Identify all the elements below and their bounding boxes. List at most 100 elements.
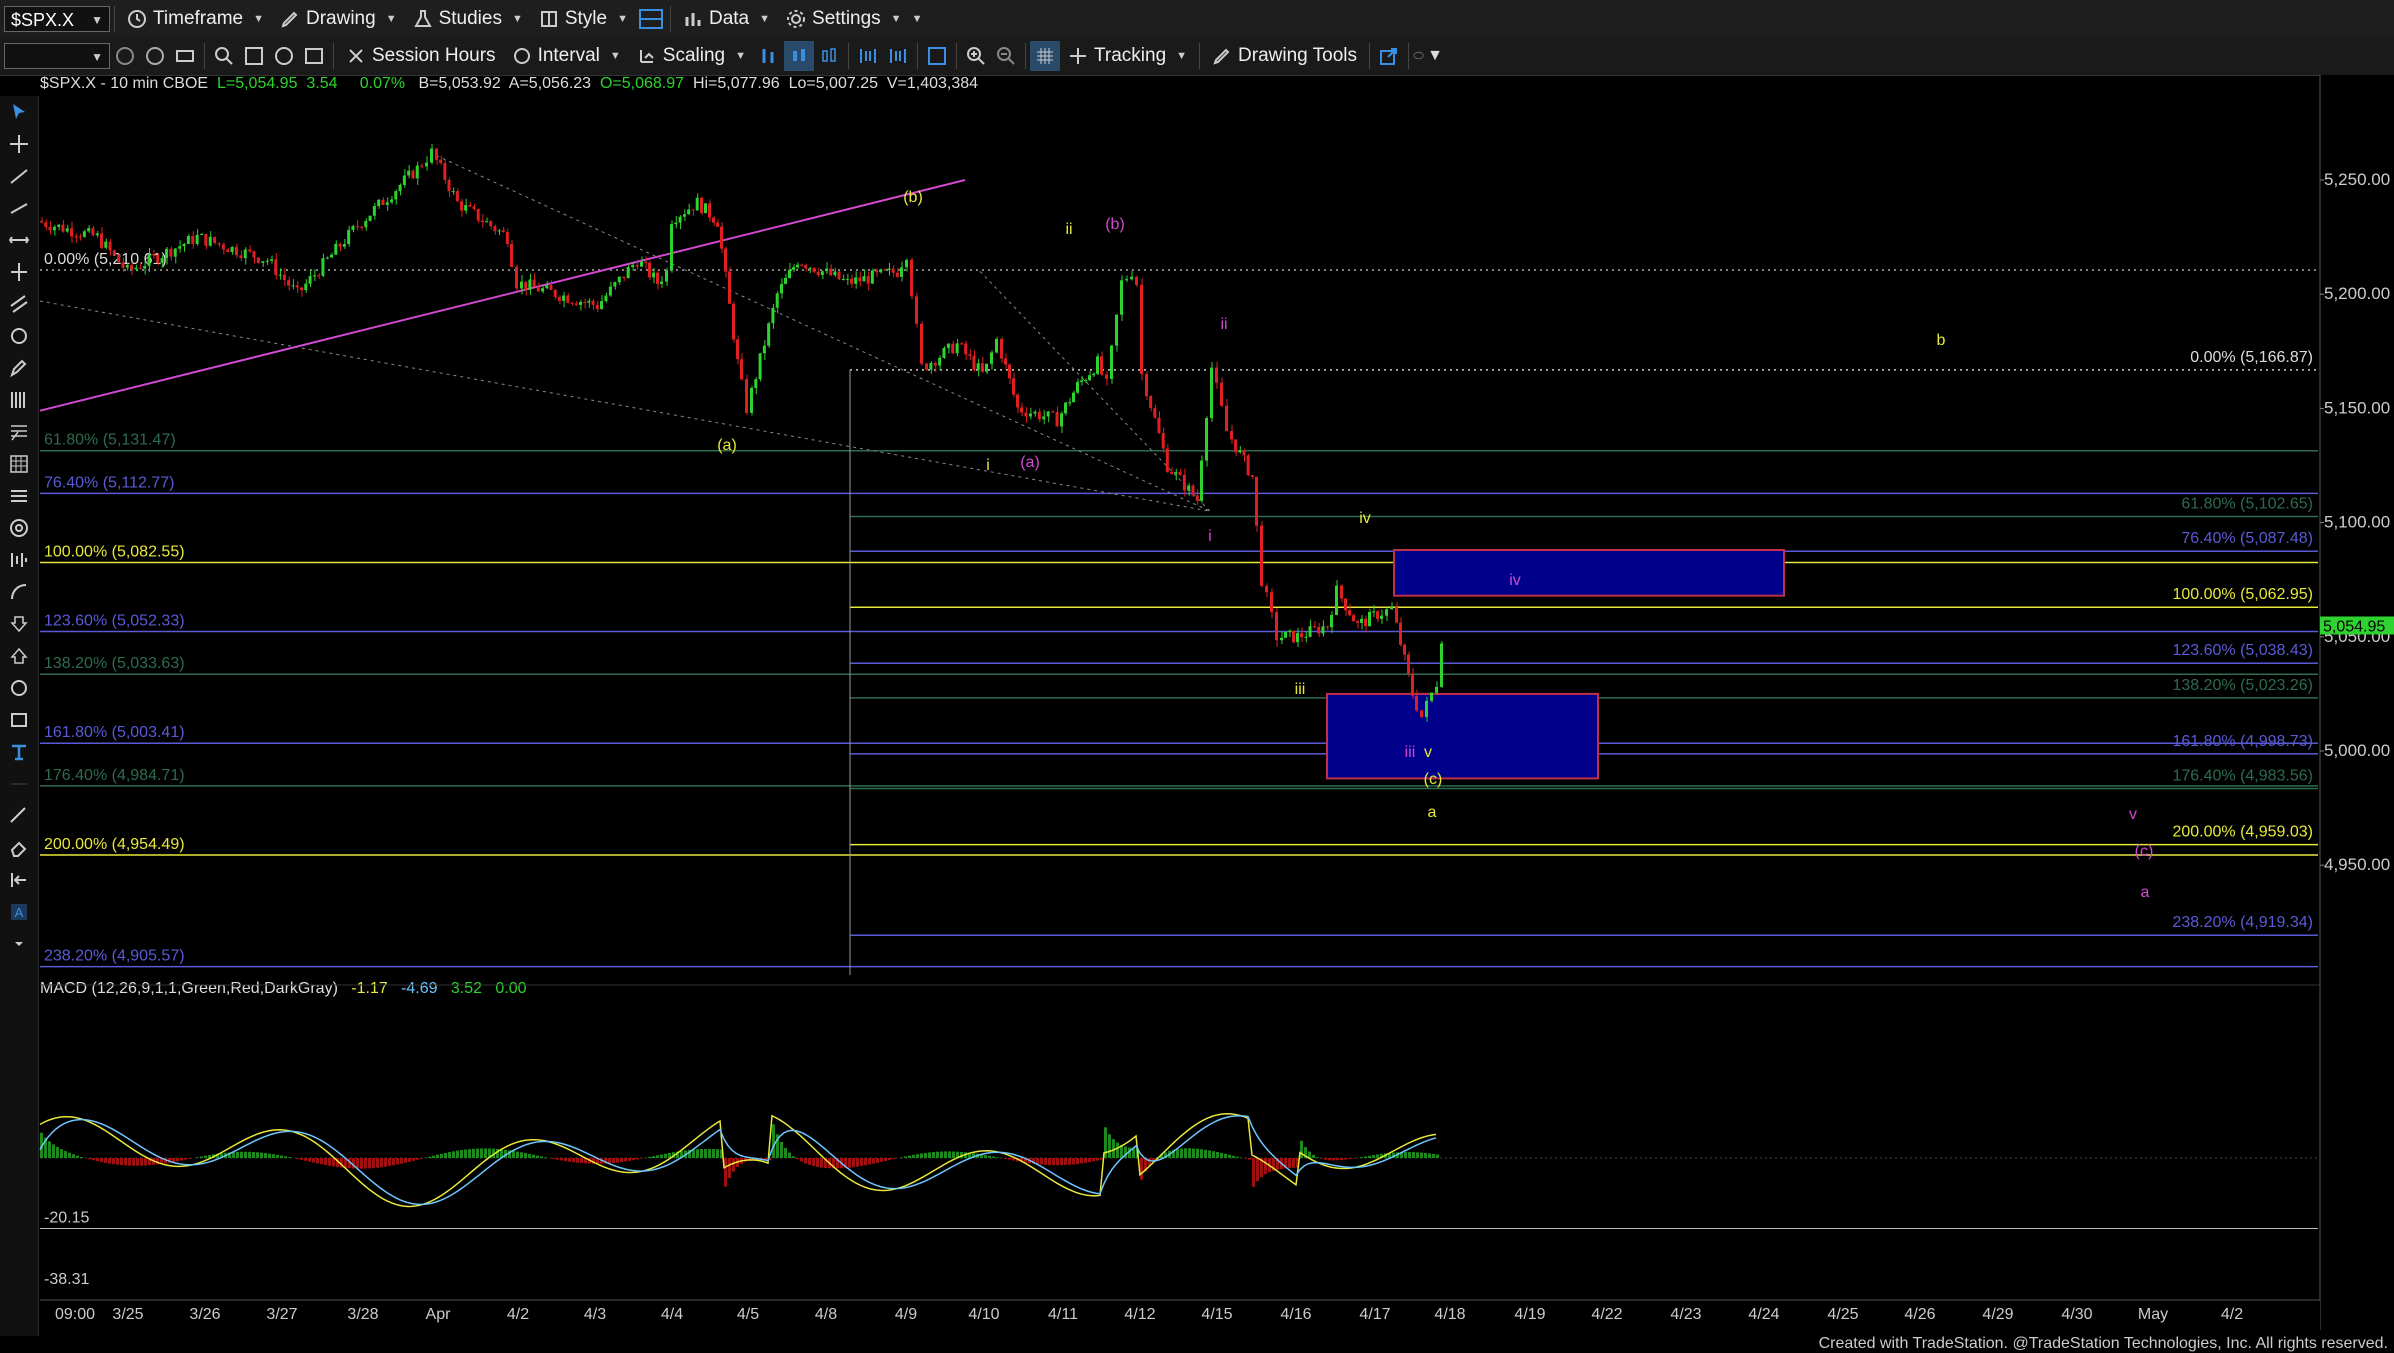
horizontal-line-tool[interactable] — [0, 224, 38, 256]
arrow-down-tool[interactable] — [0, 608, 38, 640]
scaling-button[interactable]: Scaling ▼ — [629, 41, 754, 71]
style-menu[interactable]: Style ▼ — [531, 4, 636, 34]
chart-info-line: $SPX.X - 10 min CBOE L=5,054.95 3.54 0.0… — [40, 75, 978, 93]
rectangle-tool[interactable] — [0, 704, 38, 736]
studies-menu[interactable]: Studies ▼ — [405, 4, 531, 34]
candle-body — [1170, 471, 1173, 474]
candle-body — [121, 262, 125, 268]
symbol-input[interactable]: $SPX.X ▼ — [4, 5, 110, 32]
pen-tool[interactable] — [0, 352, 38, 384]
fib-extension-tool[interactable] — [0, 416, 38, 448]
zoom-out-button[interactable] — [991, 41, 1021, 71]
tracking-button[interactable]: Tracking ▼ — [1060, 41, 1195, 71]
speedline-tool[interactable] — [0, 320, 38, 352]
wave-label: (b) — [1105, 216, 1125, 233]
eraser-tool[interactable] — [0, 832, 38, 864]
export-button[interactable] — [1374, 41, 1404, 71]
macd-histogram-bar — [892, 1158, 895, 1160]
zoom-in-button[interactable] — [961, 41, 991, 71]
candle-body — [933, 362, 937, 366]
text-tool[interactable] — [0, 736, 38, 768]
axes: 5,250.00 5,200.00 5,150.00 5,100.00 5,050.00… — [40, 75, 2394, 1330]
crosshair-tool[interactable] — [0, 128, 38, 160]
candle-body — [796, 264, 799, 268]
lookup-button[interactable] — [209, 41, 239, 71]
save-button[interactable] — [239, 41, 269, 71]
alert-button[interactable] — [269, 41, 299, 71]
pointer-tool[interactable] — [0, 96, 38, 128]
channel-tool[interactable] — [0, 288, 38, 320]
candle-body — [464, 205, 468, 211]
candle-body — [1145, 373, 1148, 397]
candle-body — [1076, 381, 1079, 393]
candle-body — [95, 233, 99, 236]
wave-label: (c) — [2135, 843, 2154, 860]
fib-retracement-tool[interactable] — [0, 384, 38, 416]
candlestick-icon — [792, 49, 805, 61]
fib-fan-tool[interactable] — [0, 448, 38, 480]
chat-button[interactable]: ▼ — [1413, 41, 1443, 71]
ray-tool[interactable] — [0, 192, 38, 224]
data-label: Data — [708, 7, 750, 29]
bar-type-button[interactable] — [754, 41, 784, 71]
time-tick-label: 4/22 — [1591, 1306, 1622, 1323]
macd-histogram-bar — [664, 1153, 667, 1158]
candle-body — [1182, 474, 1186, 491]
grid-button[interactable] — [1029, 41, 1060, 71]
drawing-menu[interactable]: Drawing ▼ — [272, 4, 405, 34]
vertical-line-tool[interactable] — [0, 256, 38, 288]
macd-histogram-bar — [204, 1155, 207, 1158]
macd-histogram-bar — [668, 1152, 671, 1158]
candle-body — [812, 267, 816, 272]
chart-layout-button[interactable] — [636, 4, 666, 34]
timeframe-menu[interactable]: Timeframe ▼ — [119, 4, 272, 34]
gann-tool[interactable] — [0, 512, 38, 544]
settings-menu[interactable]: Settings ▼ ▼ — [778, 4, 930, 34]
more-tools[interactable] — [0, 928, 38, 960]
macd-histogram-bar — [1160, 1154, 1163, 1158]
ellipse-tool[interactable] — [0, 672, 38, 704]
macd-signal-line — [39, 1114, 1437, 1206]
macd-histogram-bar — [876, 1158, 879, 1163]
jump-to-start-tool[interactable] — [0, 864, 38, 896]
chevron-down-icon: ▼ — [253, 12, 264, 25]
macd-histogram-bar — [612, 1158, 615, 1163]
session-hours-button[interactable]: Session Hours — [338, 41, 504, 71]
image-button[interactable] — [299, 41, 329, 71]
data-menu[interactable]: Data ▼ — [675, 4, 778, 34]
hollow-candle-button[interactable] — [814, 41, 844, 71]
andrews-pitchfork-tool[interactable] — [0, 544, 38, 576]
window-button[interactable] — [922, 41, 952, 71]
trendline-tool[interactable] — [0, 160, 38, 192]
macd-histogram-bar — [596, 1158, 599, 1164]
drawing-tools-button[interactable]: Drawing Tools — [1204, 41, 1365, 71]
candle-body — [771, 307, 775, 324]
price-chart[interactable]: 0.00% (5,210.61) 61.80% (5,131.47) 76.40% … — [0, 0, 2394, 1353]
tracking-label: Tracking — [1093, 45, 1167, 66]
time-tick-label: 4/2 — [2221, 1306, 2243, 1323]
candle-body — [674, 222, 678, 225]
chevron-down-icon: ▼ — [91, 12, 103, 27]
macd-histogram-bar — [952, 1151, 955, 1158]
arc-tool[interactable] — [0, 576, 38, 608]
refresh-button[interactable] — [110, 41, 140, 71]
font-tool[interactable]: A — [0, 896, 38, 928]
lines-tool[interactable] — [0, 480, 38, 512]
macd-histogram-bar — [1380, 1153, 1383, 1158]
sync-button[interactable] — [140, 41, 170, 71]
ruler-tool[interactable] — [0, 800, 38, 832]
macd-histogram-bar — [420, 1158, 423, 1159]
macd-histogram-bar — [624, 1158, 627, 1162]
compress-button[interactable] — [853, 41, 883, 71]
candle-body — [1234, 439, 1238, 453]
link-selector[interactable]: ▼ — [4, 43, 110, 69]
macd-histogram-bar — [796, 1158, 799, 1160]
candle-type-button[interactable] — [783, 41, 814, 71]
print-button[interactable] — [170, 41, 200, 71]
candle-body — [1265, 585, 1268, 593]
interval-button[interactable]: Interval ▼ — [504, 41, 629, 71]
candle-body — [515, 266, 518, 289]
arrow-up-tool[interactable] — [0, 640, 38, 672]
candle-body — [604, 295, 608, 302]
expand-button[interactable] — [883, 41, 913, 71]
